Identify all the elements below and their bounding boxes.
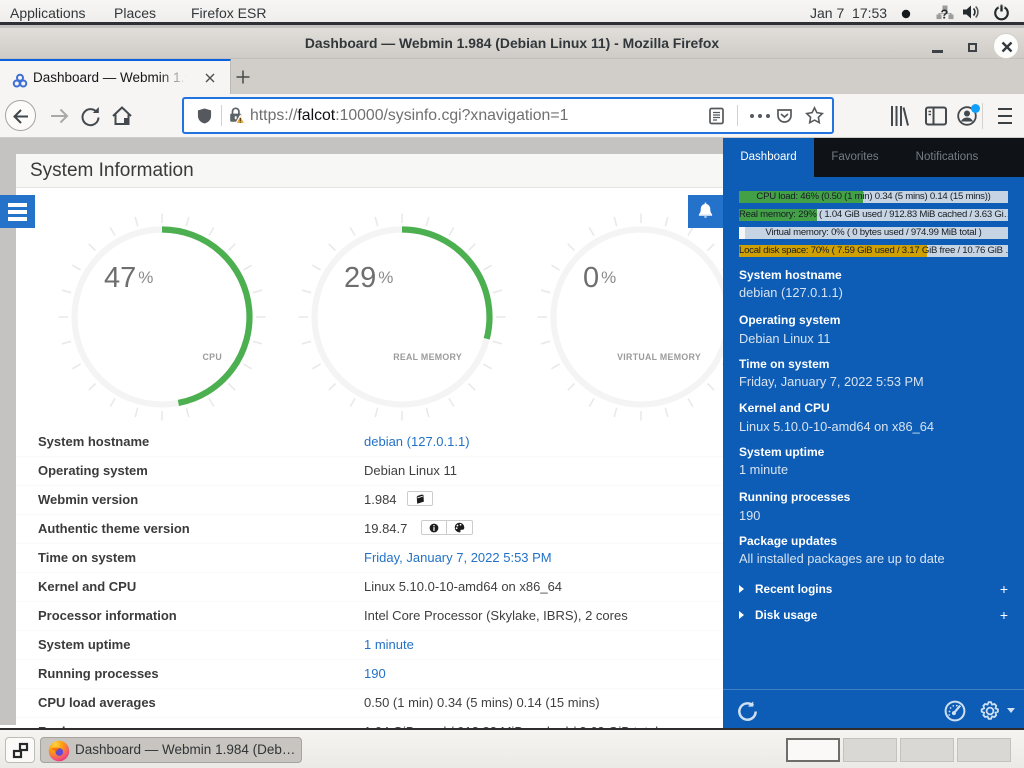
svg-text:?: ? xyxy=(941,7,949,22)
